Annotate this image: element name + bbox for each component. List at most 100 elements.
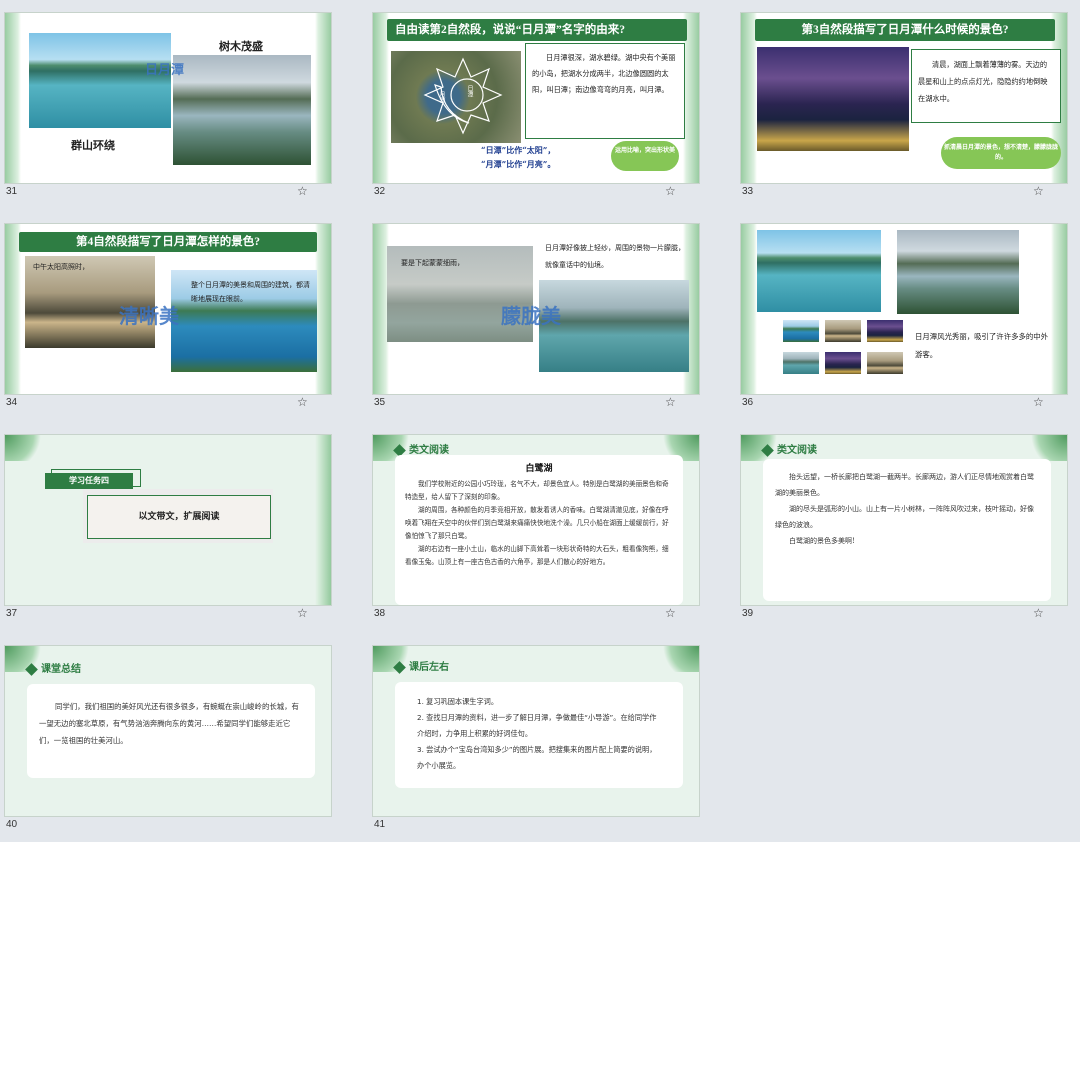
paragraph: 我们学校附近的公园小巧玲珑，名气不大，却景色宜人。特别是白鹭湖的美丽景色和奇特造… [405, 480, 669, 501]
overlay-label: 日月潭 [145, 63, 185, 78]
slide-cell-31[interactable]: 日月潭 树木茂盛 群山环绕 31 ☆ [0, 0, 332, 200]
paragraph: 白鹭湖的景色多美啊! [789, 537, 855, 545]
caption: 日月潭好像披上轻纱，周围的景物一片朦胧，就像童话中的仙境。 [545, 244, 685, 269]
gallery-thumbnail [867, 320, 903, 342]
paragraph: 抬头远望，一桥长廊把白鹭湖一截两半。长廊两边，游人们正尽情地观赏着白鹭湖的美丽景… [775, 473, 1034, 497]
overlay-label: 朦胧美 [501, 304, 561, 328]
section-header: 课堂总结 [25, 660, 81, 676]
star-outline-icon[interactable]: ☆ [1033, 184, 1044, 198]
slide-title: 以文带文，扩展阅读 [138, 512, 220, 522]
slide-number: 38 [374, 608, 386, 619]
slide-thumbnail-34[interactable]: 第4自然段描写了日月潭怎样的景色? 中午太阳高照时， 整个日月潭的美景和周围的建… [4, 223, 332, 395]
slide-header: 第4自然段描写了日月潭怎样的景色? [19, 232, 317, 252]
leaf-decoration [5, 435, 45, 461]
slide-number: 41 [374, 819, 386, 830]
caption: 日月潭风光秀丽，吸引了许许多多的中外游客。 [915, 332, 1049, 359]
slide-thumbnail-38[interactable]: 类文阅读 白鹭湖 我们学校附近的公园小巧玲珑，名气不大，却景色宜人。特别是白鹭湖… [372, 434, 700, 606]
list-item: 3. 尝试办个“宝岛台湾知多少”的图片展。把搜集来的图片配上简要的说明，办个小展… [417, 745, 657, 770]
text-box: 清晨，湖面上飘着薄薄的雾。天边的晨星和山上的点点灯光，隐隐约约地倒映在湖水中。 [911, 49, 1061, 123]
note-line: “日潭”比作“太阳”， [481, 145, 556, 155]
star-outline-icon[interactable]: ☆ [297, 606, 308, 620]
slide-header: 自由读第2自然段，说说“日月潭”名字的由来? [387, 19, 687, 41]
cloud-callout: 运用比喻，突出形状美 [611, 141, 679, 171]
slide-thumbnail-33[interactable]: 第3自然段描写了日月潭什么时候的景色? 清晨，湖面上飘着薄薄的雾。天边的晨星和山… [740, 12, 1068, 184]
mountain-label: 群山环绕 [71, 139, 115, 152]
slide-number: 31 [6, 186, 18, 197]
caption: 中午太阳高照时， [33, 263, 89, 271]
slide-cell-33[interactable]: 第3自然段描写了日月潭什么时候的景色? 清晨，湖面上飘着薄薄的雾。天边的晨星和山… [736, 0, 1068, 200]
section-label: 课后左右 [409, 662, 449, 673]
overlay-label: 清晰美 [119, 304, 179, 328]
slide-cell-36[interactable]: 日月潭风光秀丽，吸引了许许多多的中外游客。 36 ☆ [736, 211, 1068, 411]
section-header: 类文阅读 [393, 441, 449, 457]
slide-thumbnail-40[interactable]: 课堂总结 同学们，我们祖国的美好风光还有很多很多，有蜿蜒在崇山峻岭的长城，有一望… [4, 645, 332, 817]
slide-cell-37[interactable]: 学习任务四 以文带文，扩展阅读 37 ☆ [0, 422, 332, 622]
gallery-thumbnail [825, 352, 861, 374]
leaf-decoration [659, 646, 699, 672]
caption: 整个日月潭的美景和周围的建筑，都清晰地展现在眼前。 [191, 281, 310, 303]
slide-thumbnail-37[interactable]: 学习任务四 以文带文，扩展阅读 [4, 434, 332, 606]
caption: 要是下起蒙蒙细雨， [401, 259, 464, 267]
diamond-icon [761, 443, 774, 457]
misty-lake-photo [539, 280, 689, 372]
paragraph: 同学们，我们祖国的美好风光还有很多很多，有蜿蜒在崇山峻岭的长城，有一望无边的塞北… [39, 702, 299, 745]
leaf-decoration [1027, 435, 1067, 461]
list-item: 1. 复习巩固本课生字词。 [417, 697, 499, 706]
content-panel: 白鹭湖 我们学校附近的公园小巧玲珑，名气不大，却景色宜人。特别是白鹭湖的美丽景色… [395, 455, 683, 605]
slide-thumbnail-39[interactable]: 类文阅读 抬头远望，一桥长廊把白鹭湖一截两半。长廊两边，游人们正尽情地观赏着白鹭… [740, 434, 1068, 606]
slide-number: 34 [6, 397, 18, 408]
leaf-decoration [315, 224, 331, 394]
leaf-decoration [315, 435, 331, 605]
lake-forest-photo [173, 55, 311, 165]
lake-photo [29, 33, 171, 128]
paragraph: 日月潭很深，湖水碧绿。湖中央有个美丽的小岛，把湖水分成两半，北边像圆圆的太阳，叫… [532, 53, 676, 94]
text-box: 日月潭很深，湖水碧绿。湖中央有个美丽的小岛，把湖水分成两半，北边像圆圆的太阳，叫… [525, 43, 685, 139]
slide-thumbnail-35[interactable]: 要是下起蒙蒙细雨， 日月潭好像披上轻纱，周围的景物一片朦胧，就像童话中的仙境。 … [372, 223, 700, 395]
star-outline-icon[interactable]: ☆ [665, 395, 676, 409]
task-tag: 学习任务四 [45, 473, 133, 489]
star-outline-icon[interactable]: ☆ [665, 606, 676, 620]
slide-cell-35[interactable]: 要是下起蒙蒙细雨， 日月潭好像披上轻纱，周围的景物一片朦胧，就像童话中的仙境。 … [368, 211, 700, 411]
slide-cell-34[interactable]: 第4自然段描写了日月潭怎样的景色? 中午太阳高照时， 整个日月潭的美景和周围的建… [0, 211, 332, 411]
slide-thumbnail-41[interactable]: 课后左右 1. 复习巩固本课生字词。 2. 查找日月潭的资料，进一步了解日月潭，… [372, 645, 700, 817]
paragraph: 湖的右边有一座小土山，临水的山脚下高耸着一块形状奇特的大石头，粗看像狗熊，细看像… [405, 545, 669, 566]
slide-sorter: 日月潭 树木茂盛 群山环绕 31 ☆ 自由读第2自然段，说说“日月潭”名字的由来… [0, 0, 1080, 842]
leaf-decoration [5, 13, 21, 183]
paragraph: 湖的尽头是弧形的小山。山上有一片小树林，一阵阵风吹过来，枝叶摇动，好像绿色的波浪… [775, 505, 1034, 529]
slide-number: 36 [742, 397, 754, 408]
tree-label: 树木茂盛 [219, 40, 263, 53]
lake-photo [757, 230, 881, 312]
content-panel: 同学们，我们祖国的美好风光还有很多很多，有蜿蜒在崇山峻岭的长城，有一望无边的塞北… [27, 684, 315, 778]
gallery-thumbnail [783, 320, 819, 342]
slide-thumbnail-32[interactable]: 自由读第2自然段，说说“日月潭”名字的由来? 月潭 日潭 日月潭很深，湖水碧绿。… [372, 12, 700, 184]
content-panel: 1. 复习巩固本课生字词。 2. 查找日月潭的资料，进一步了解日月潭，争做最佳“… [395, 682, 683, 788]
diagram-right-label: 日潭 [466, 85, 473, 97]
diamond-icon [25, 662, 38, 676]
star-outline-icon[interactable]: ☆ [1033, 395, 1044, 409]
star-outline-icon[interactable]: ☆ [665, 184, 676, 198]
lake-forest-photo [897, 230, 1019, 314]
gallery-thumbnail [867, 352, 903, 374]
slide-cell-32[interactable]: 自由读第2自然段，说说“日月潭”名字的由来? 月潭 日潭 日月潭很深，湖水碧绿。… [368, 0, 700, 200]
slide-cell-40[interactable]: 课堂总结 同学们，我们祖国的美好风光还有很多很多，有蜿蜒在崇山峻岭的长城，有一望… [0, 633, 332, 833]
slide-number: 35 [374, 397, 386, 408]
slide-number: 37 [6, 608, 18, 619]
slide-cell-38[interactable]: 类文阅读 白鹭湖 我们学校附近的公园小巧玲珑，名气不大，却景色宜人。特别是白鹭湖… [368, 422, 700, 622]
sun-moon-diagram [423, 57, 503, 135]
section-label: 类文阅读 [777, 445, 817, 456]
slide-number: 40 [6, 819, 18, 830]
section-header: 类文阅读 [761, 441, 817, 457]
slide-cell-41[interactable]: 课后左右 1. 复习巩固本课生字词。 2. 查找日月潭的资料，进一步了解日月潭，… [368, 633, 700, 833]
star-outline-icon[interactable]: ☆ [1033, 606, 1044, 620]
slide-thumbnail-36[interactable]: 日月潭风光秀丽，吸引了许许多多的中外游客。 [740, 223, 1068, 395]
gallery-thumbnail [825, 320, 861, 342]
gallery-thumbnail [783, 352, 819, 374]
star-outline-icon[interactable]: ☆ [297, 184, 308, 198]
slide-number: 39 [742, 608, 754, 619]
slide-thumbnail-31[interactable]: 日月潭 树木茂盛 群山环绕 [4, 12, 332, 184]
star-outline-icon[interactable]: ☆ [297, 395, 308, 409]
paragraph: 清晨，湖面上飘着薄薄的雾。天边的晨星和山上的点点灯光，隐隐约约地倒映在湖水中。 [918, 60, 1048, 103]
leaf-decoration [1051, 224, 1067, 394]
slide-cell-39[interactable]: 类文阅读 抬头远望，一桥长廊把白鹭湖一截两半。长廊两边，游人们正尽情地观赏着白鹭… [736, 422, 1068, 622]
slide-number: 32 [374, 186, 386, 197]
